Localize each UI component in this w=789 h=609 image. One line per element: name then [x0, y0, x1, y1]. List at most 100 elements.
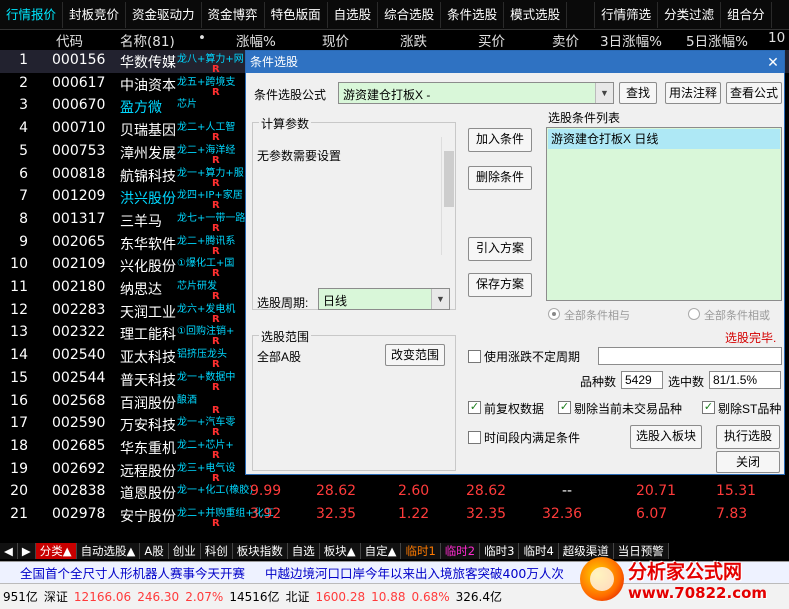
stock-name: 普天科技 [120, 372, 176, 389]
condition-list[interactable]: 游资建仓打板X 日线 [546, 127, 782, 301]
concept-tag: 龙八+算力+网 [177, 54, 244, 65]
bottom-tab[interactable]: 科创 [200, 543, 233, 559]
col-bid[interactable]: 买价 [478, 30, 505, 50]
close-button[interactable]: 关闭 [716, 451, 780, 473]
condition-select-dialog: 条件选股 ✕ 条件选股公式 游资建仓打板X - ▼ 查找 用法注释 查看公式 计… [245, 50, 785, 475]
stock-code: 000617 [52, 74, 106, 91]
bottom-tab[interactable]: 临时2 [440, 543, 481, 559]
radio-or[interactable] [688, 308, 700, 320]
cell-5d: 15.31 [716, 483, 757, 500]
status-value: 10.88 [371, 589, 406, 604]
exclude-st-checkbox[interactable]: ✓ [702, 401, 715, 414]
close-icon[interactable]: ✕ [764, 53, 782, 71]
run-select-button[interactable]: 执行选股 [716, 425, 780, 449]
top-tab[interactable]: 自选股 [328, 1, 379, 28]
scroll-thumb[interactable] [444, 151, 454, 207]
cell-chg-pct: 3.92 [250, 506, 282, 522]
uncertain-period-checkbox[interactable] [468, 350, 481, 363]
bottom-tab[interactable]: A股 [140, 543, 169, 559]
top-tab[interactable]: 行情筛选 [595, 1, 659, 28]
condition-list-item[interactable]: 游资建仓打板X 日线 [548, 129, 780, 149]
concept-tag: 芯片 [177, 99, 197, 111]
top-tab[interactable]: 特色版面 [265, 1, 328, 28]
view-formula-button[interactable]: 查看公式 [726, 82, 782, 104]
top-tab[interactable]: 模式选股 [504, 1, 568, 28]
formula-select[interactable]: 游资建仓打板X - ▼ [338, 82, 614, 104]
ticker-item[interactable]: 中越边境河口口岸今年以来出入境旅客突破400万人次 [245, 563, 564, 582]
to-block-button[interactable]: 选股入板块 [630, 425, 702, 449]
col-chg[interactable]: 涨跌 [400, 30, 427, 50]
next-tab-icon[interactable]: ▶ [17, 543, 36, 559]
bottom-tab[interactable]: 创业 [168, 543, 201, 559]
scope-group-title: 选股范围 [259, 328, 312, 345]
table-row[interactable]: 20 002838 道恩股份 龙一+化工(橡胶) 9.99 28.62 2.60 28.62 -… [0, 481, 789, 504]
params-scrollbar[interactable] [441, 137, 455, 255]
col-3d[interactable]: 3日涨幅% [600, 30, 662, 50]
dialog-titlebar[interactable]: 条件选股 ✕ [246, 51, 784, 73]
top-tab[interactable]: 封板竞价 [63, 1, 127, 28]
top-tab[interactable]: 条件选股 [441, 1, 505, 28]
concept-tag: 龙一+化工(橡胶) [177, 485, 254, 497]
import-scheme-button[interactable]: 引入方案 [468, 237, 532, 261]
col-more[interactable]: 10 [768, 30, 785, 46]
chevron-down-icon[interactable]: ▼ [431, 289, 449, 309]
top-tab[interactable] [567, 1, 596, 28]
concept-tag: 芯片研发 [177, 281, 217, 292]
time-range-checkbox[interactable] [468, 431, 481, 444]
ticker-item[interactable]: 全国首个全尺寸人形机器人赛事今天开赛 [0, 563, 245, 582]
row-index: 13 [10, 324, 28, 341]
status-index-name: 深证 [43, 590, 68, 604]
col-5d[interactable]: 5日涨幅% [686, 30, 748, 50]
save-scheme-button[interactable]: 保存方案 [468, 273, 532, 297]
col-code[interactable]: 代码 [56, 30, 83, 50]
cell-chg-pct: 9.99 [250, 483, 282, 500]
restore-checkbox[interactable]: ✓ [468, 401, 481, 414]
col-chg-pct[interactable]: 涨幅% [236, 30, 276, 50]
bottom-tab[interactable]: 自选 [287, 543, 320, 559]
bottom-tab[interactable]: 板块指数 [232, 543, 288, 559]
table-row[interactable]: 21 002978 安宁股份 龙二+并购重组+化工 R 3.92 32.35 1.22 32.3… [0, 504, 789, 529]
radio-and[interactable] [548, 308, 560, 320]
prev-tab-icon[interactable]: ◀ [0, 543, 18, 559]
bottom-tab[interactable]: 临时4 [519, 543, 559, 559]
bottom-tab[interactable]: 自动选股▲ [76, 543, 141, 559]
col-name[interactable]: 名称(81) [120, 30, 175, 50]
column-header: 代码 名称(81) • 涨幅% 现价 涨跌 买价 卖价 3日涨幅% 5日涨幅% … [0, 30, 789, 50]
col-ask[interactable]: 卖价 [552, 30, 579, 50]
bottom-tab[interactable]: 自定▲ [360, 543, 402, 559]
usage-notes-button[interactable]: 用法注释 [665, 82, 721, 104]
bottom-tab[interactable]: 临时1 [401, 543, 441, 559]
chevron-down-icon[interactable]: ▼ [595, 83, 613, 103]
concept-tag: 龙四+IP+家居 [177, 190, 243, 202]
exclude-untraded-checkbox[interactable]: ✓ [558, 401, 571, 414]
concept-tag: 酿酒 [177, 394, 197, 406]
cell-3d: 6.07 [636, 506, 668, 522]
concept-tag: 龙一+算力+服 [177, 167, 244, 179]
bottom-tab[interactable]: 分类▲ [35, 543, 77, 559]
row-index: 11 [10, 279, 28, 295]
col-price[interactable]: 现价 [322, 30, 349, 50]
cell-3d: 20.71 [636, 483, 677, 500]
bottom-tab[interactable]: 临时3 [480, 543, 520, 559]
cell-bid: 28.62 [466, 483, 507, 500]
add-condition-button[interactable]: 加入条件 [468, 128, 532, 152]
stock-name: 天润工业 [120, 304, 176, 321]
delete-condition-button[interactable]: 删除条件 [468, 166, 532, 190]
stock-code: 002540 [52, 347, 106, 364]
concept-tag: 龙一+汽车零 [177, 417, 236, 429]
row-index: 18 [10, 437, 28, 454]
top-tab[interactable]: 分类过滤 [658, 1, 722, 28]
stock-code: 002590 [52, 415, 106, 432]
period-select[interactable]: 日线 ▼ [318, 288, 450, 310]
top-tab[interactable]: 行情报价 [0, 1, 64, 28]
row-index: 3 [19, 97, 28, 114]
top-tab[interactable]: 资金博弈 [202, 1, 265, 28]
top-tab[interactable]: 组合分 [721, 1, 772, 28]
change-scope-button[interactable]: 改变范围 [385, 344, 445, 366]
top-tab[interactable]: 资金驱动力 [126, 1, 202, 28]
bottom-tab[interactable]: 板块▲ [319, 543, 361, 559]
stock-name: 纳思达 [120, 282, 162, 298]
uncertain-period-input[interactable] [598, 347, 782, 365]
top-tab[interactable]: 综合选股 [378, 1, 442, 28]
find-button[interactable]: 查找 [619, 82, 657, 104]
